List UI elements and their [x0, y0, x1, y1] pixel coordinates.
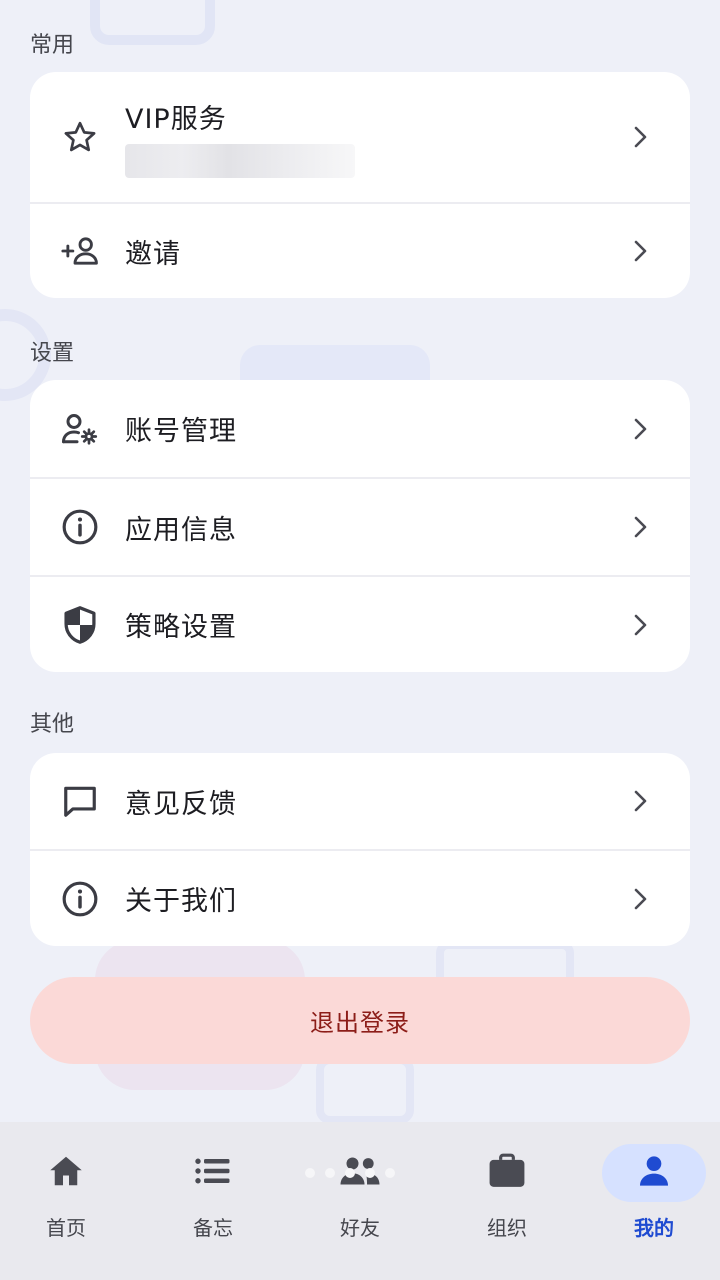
page-dot	[305, 1168, 315, 1178]
logout-button[interactable]: 退出登录	[30, 977, 690, 1064]
chevron-right-icon	[628, 417, 652, 441]
account-settings-icon	[60, 409, 100, 449]
app-info-label: 应用信息	[125, 514, 237, 546]
about-us-row[interactable]: 关于我们	[30, 849, 690, 946]
nav-friends-label: 好友	[340, 1216, 380, 1240]
account-management-label: 账号管理	[125, 416, 237, 447]
nav-mine[interactable]: 我的	[602, 1144, 706, 1244]
shield-icon	[60, 605, 100, 645]
chevron-right-icon	[628, 125, 652, 149]
chevron-right-icon	[628, 613, 652, 637]
list-icon	[195, 1157, 231, 1189]
info-icon	[60, 879, 100, 919]
policy-settings-label: 策略设置	[125, 612, 237, 643]
page-indicator	[305, 1168, 395, 1178]
common-card: VIP服务 邀请	[30, 72, 690, 298]
add-person-icon	[60, 231, 100, 271]
other-card: 意见反馈 关于我们	[30, 753, 690, 946]
chevron-right-icon	[628, 515, 652, 539]
feedback-icon	[60, 781, 100, 821]
chevron-right-icon	[628, 887, 652, 911]
page-dot	[385, 1168, 395, 1178]
page-dot	[345, 1168, 355, 1178]
feedback-row[interactable]: 意见反馈	[30, 753, 690, 849]
person-icon	[638, 1155, 670, 1191]
nav-organization[interactable]: 组织	[455, 1144, 559, 1244]
nav-memo[interactable]: 备忘	[161, 1144, 265, 1244]
settings-card: 账号管理 应用信息 策略设置	[30, 380, 690, 672]
account-management-row[interactable]: 账号管理	[30, 380, 690, 477]
about-us-label: 关于我们	[125, 886, 237, 917]
bottom-nav: 首页 备忘 好友 组织 我的	[0, 1122, 720, 1280]
nav-memo-label: 备忘	[193, 1216, 233, 1240]
nav-friends[interactable]: 好友	[308, 1144, 412, 1244]
chevron-right-icon	[628, 789, 652, 813]
section-title-settings: 设置	[30, 341, 75, 366]
star-icon	[60, 117, 100, 157]
section-title-other: 其他	[30, 712, 75, 737]
invite-row[interactable]: 邀请	[30, 202, 690, 298]
policy-settings-row[interactable]: 策略设置	[30, 575, 690, 672]
chevron-right-icon	[628, 239, 652, 263]
nav-organization-label: 组织	[487, 1216, 527, 1240]
vip-service-row[interactable]: VIP服务	[30, 72, 690, 202]
nav-home[interactable]: 首页	[14, 1144, 118, 1244]
info-icon	[60, 507, 100, 547]
section-title-common: 常用	[30, 33, 75, 58]
briefcase-icon	[488, 1153, 526, 1193]
vip-service-label: VIP服务	[125, 103, 227, 135]
feedback-label: 意见反馈	[125, 788, 237, 820]
home-icon	[48, 1154, 84, 1192]
nav-mine-label: 我的	[634, 1216, 674, 1240]
invite-label: 邀请	[125, 238, 181, 270]
page-dot	[365, 1168, 375, 1178]
app-info-row[interactable]: 应用信息	[30, 477, 690, 575]
vip-status-placeholder	[125, 143, 355, 178]
page-dot	[325, 1168, 335, 1178]
logout-label: 退出登录	[310, 1009, 410, 1037]
nav-home-label: 首页	[46, 1216, 86, 1240]
